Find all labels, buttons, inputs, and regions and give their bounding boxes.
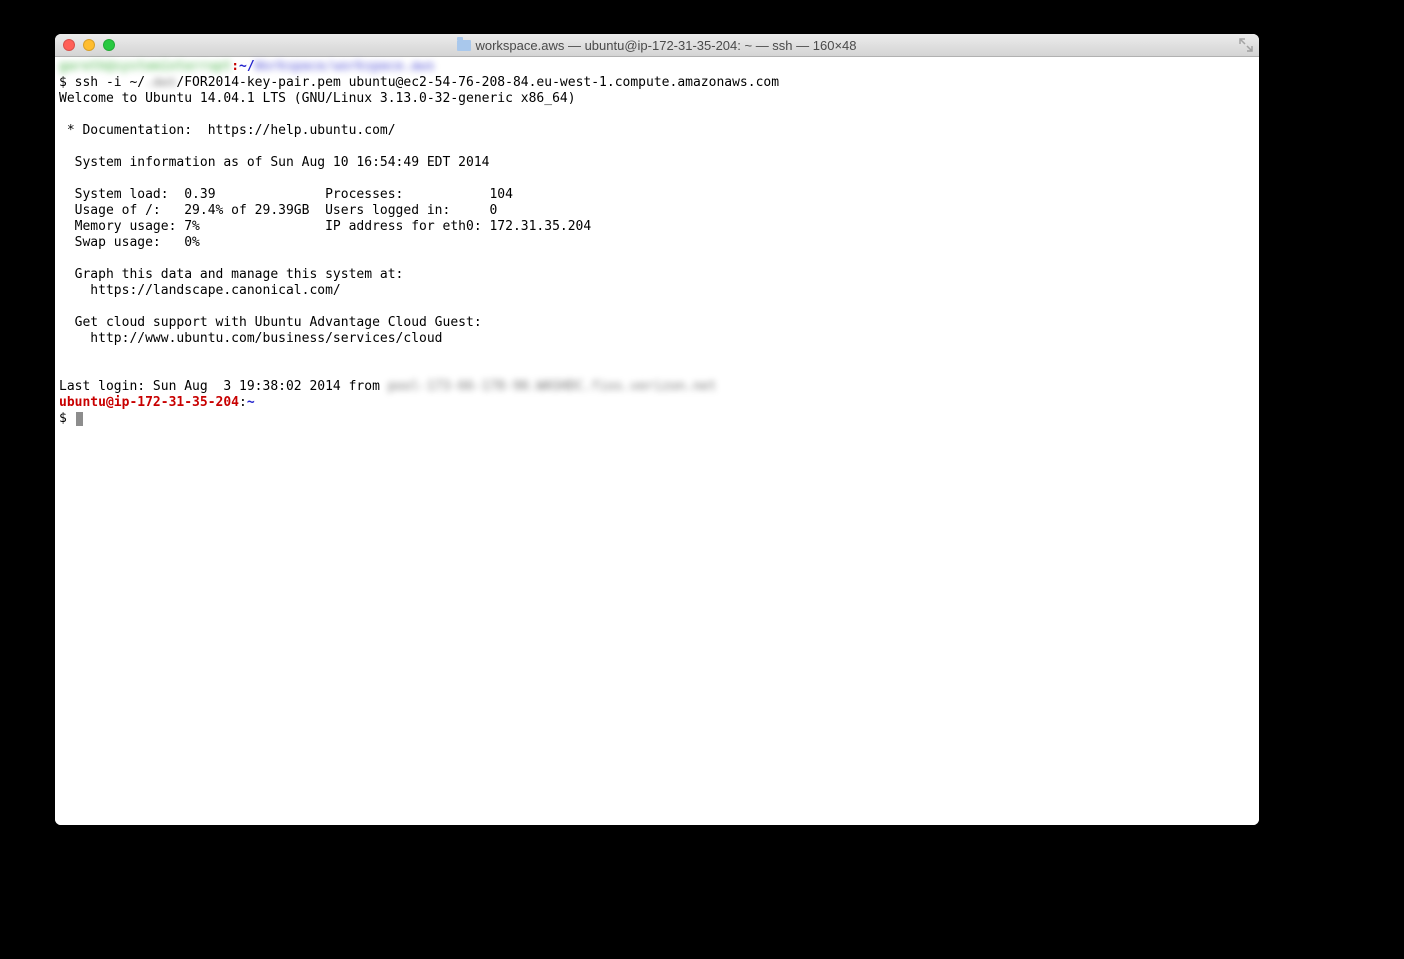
window-title-text: workspace.aws — ubuntu@ip-172-31-35-204:… bbox=[475, 38, 856, 53]
local-user: gareth@systeminterrupt bbox=[59, 59, 231, 74]
window-title: workspace.aws — ubuntu@ip-172-31-35-204:… bbox=[55, 38, 1259, 53]
motd-welcome: Welcome to Ubuntu 14.04.1 LTS (GNU/Linux… bbox=[59, 91, 576, 106]
local-prompt: gareth@systeminterrupt:~/Workspace/works… bbox=[59, 59, 435, 74]
cloud-line: Get cloud support with Ubuntu Advantage … bbox=[59, 315, 482, 330]
shell-prompt[interactable]: $ bbox=[59, 411, 75, 426]
cursor bbox=[76, 412, 83, 426]
landscape-url: https://landscape.canonical.com/ bbox=[59, 283, 341, 298]
fullscreen-icon[interactable] bbox=[1239, 38, 1253, 52]
sysinfo-row: Memory usage: 7% IP address for eth0: 17… bbox=[59, 219, 591, 234]
landscape-line: Graph this data and manage this system a… bbox=[59, 267, 403, 282]
terminal-window: workspace.aws — ubuntu@ip-172-31-35-204:… bbox=[55, 34, 1259, 825]
zoom-icon[interactable] bbox=[103, 39, 115, 51]
folder-icon bbox=[457, 40, 471, 51]
local-path: Workspace/workspace.aws bbox=[255, 59, 435, 74]
sysinfo-row: System load: 0.39 Processes: 104 bbox=[59, 187, 513, 202]
cloud-url: http://www.ubuntu.com/business/services/… bbox=[59, 331, 443, 346]
motd-doc: * Documentation: https://help.ubuntu.com… bbox=[59, 123, 396, 138]
sysinfo-header: System information as of Sun Aug 10 16:5… bbox=[59, 155, 489, 170]
sysinfo-row: Usage of /: 29.4% of 29.39GB Users logge… bbox=[59, 203, 497, 218]
sysinfo-row: Swap usage: 0% bbox=[59, 235, 200, 250]
minimize-icon[interactable] bbox=[83, 39, 95, 51]
terminal-body[interactable]: gareth@systeminterrupt:~/Workspace/works… bbox=[55, 57, 1259, 825]
window-titlebar[interactable]: workspace.aws — ubuntu@ip-172-31-35-204:… bbox=[55, 34, 1259, 57]
remote-prompt: ubuntu@ip-172-31-35-204:~ bbox=[59, 395, 255, 410]
ssh-command-line: $ ssh -i ~/.aws/FOR2014-key-pair.pem ubu… bbox=[59, 75, 779, 90]
window-controls bbox=[55, 39, 115, 51]
close-icon[interactable] bbox=[63, 39, 75, 51]
last-login: Last login: Sun Aug 3 19:38:02 2014 from… bbox=[59, 379, 716, 394]
